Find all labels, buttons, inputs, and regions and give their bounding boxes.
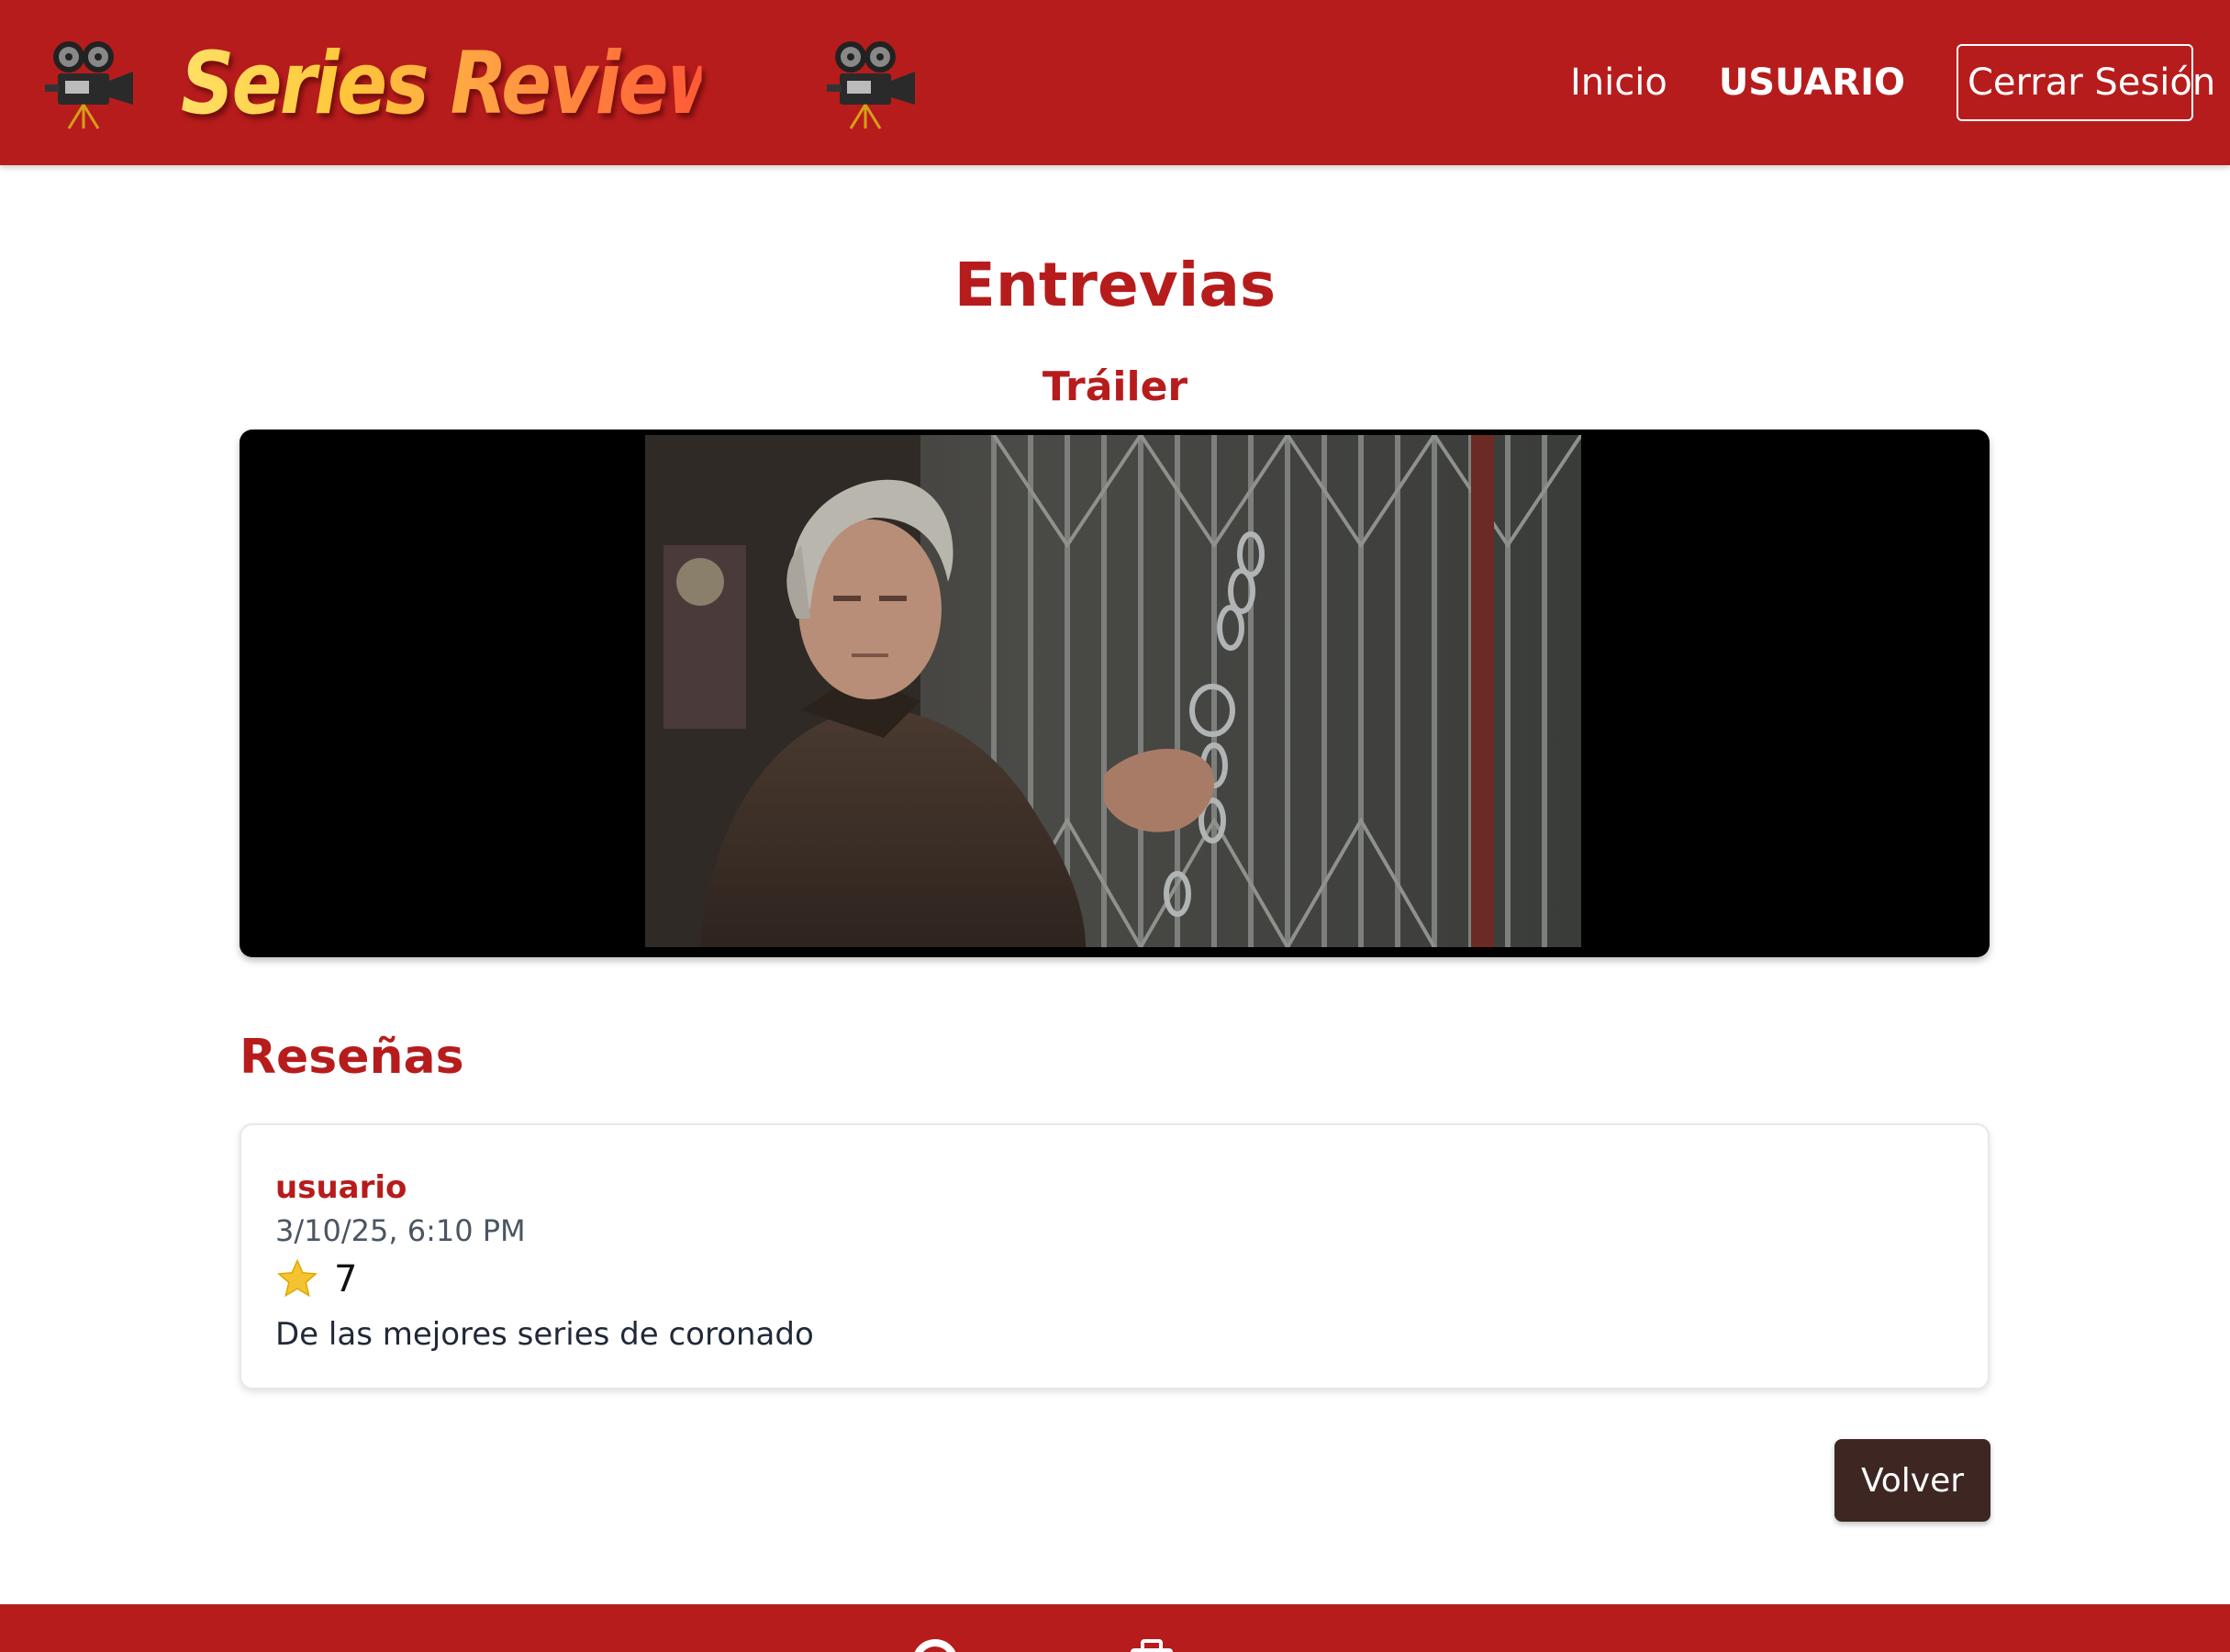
nav-links: Inicio USUARIO Cerrar Sesión — [1570, 44, 2215, 121]
trailer-heading: Tráiler — [1042, 363, 1188, 410]
film-camera-icon — [45, 41, 133, 129]
briefcase-icon[interactable] — [1127, 1637, 1176, 1652]
reviews-heading: Reseñas — [240, 1030, 464, 1085]
star-icon — [277, 1258, 318, 1298]
review-date: 3/10/25, 6:10 PM — [275, 1213, 526, 1248]
trailer-video-player[interactable] — [240, 430, 1990, 957]
nav-home-link[interactable]: Inicio — [1570, 61, 1667, 104]
nav-user-link[interactable]: USUARIO — [1719, 61, 1905, 104]
navbar: Series Reviews Inicio USUARIO Cerrar Ses… — [0, 0, 2230, 165]
review-rating: 7 — [275, 1257, 357, 1301]
back-button[interactable]: Volver — [1834, 1439, 1990, 1522]
trailer-video-frame — [645, 435, 1581, 947]
review-author: usuario — [275, 1169, 407, 1206]
series-title: Entrevias — [953, 250, 1277, 320]
review-text: De las mejores series de coronado — [275, 1316, 814, 1353]
logout-button[interactable]: Cerrar Sesión — [1957, 44, 2215, 121]
site-logo[interactable]: Series Reviews — [41, 29, 919, 140]
footer — [0, 1604, 2230, 1652]
review-rating-value: 7 — [334, 1258, 358, 1300]
review-card: usuario 3/10/25, 6:10 PM 7 De las mejore… — [240, 1123, 1990, 1390]
film-camera-icon — [827, 41, 915, 129]
github-icon[interactable] — [910, 1637, 960, 1652]
logo-text: Series Reviews — [181, 34, 776, 134]
